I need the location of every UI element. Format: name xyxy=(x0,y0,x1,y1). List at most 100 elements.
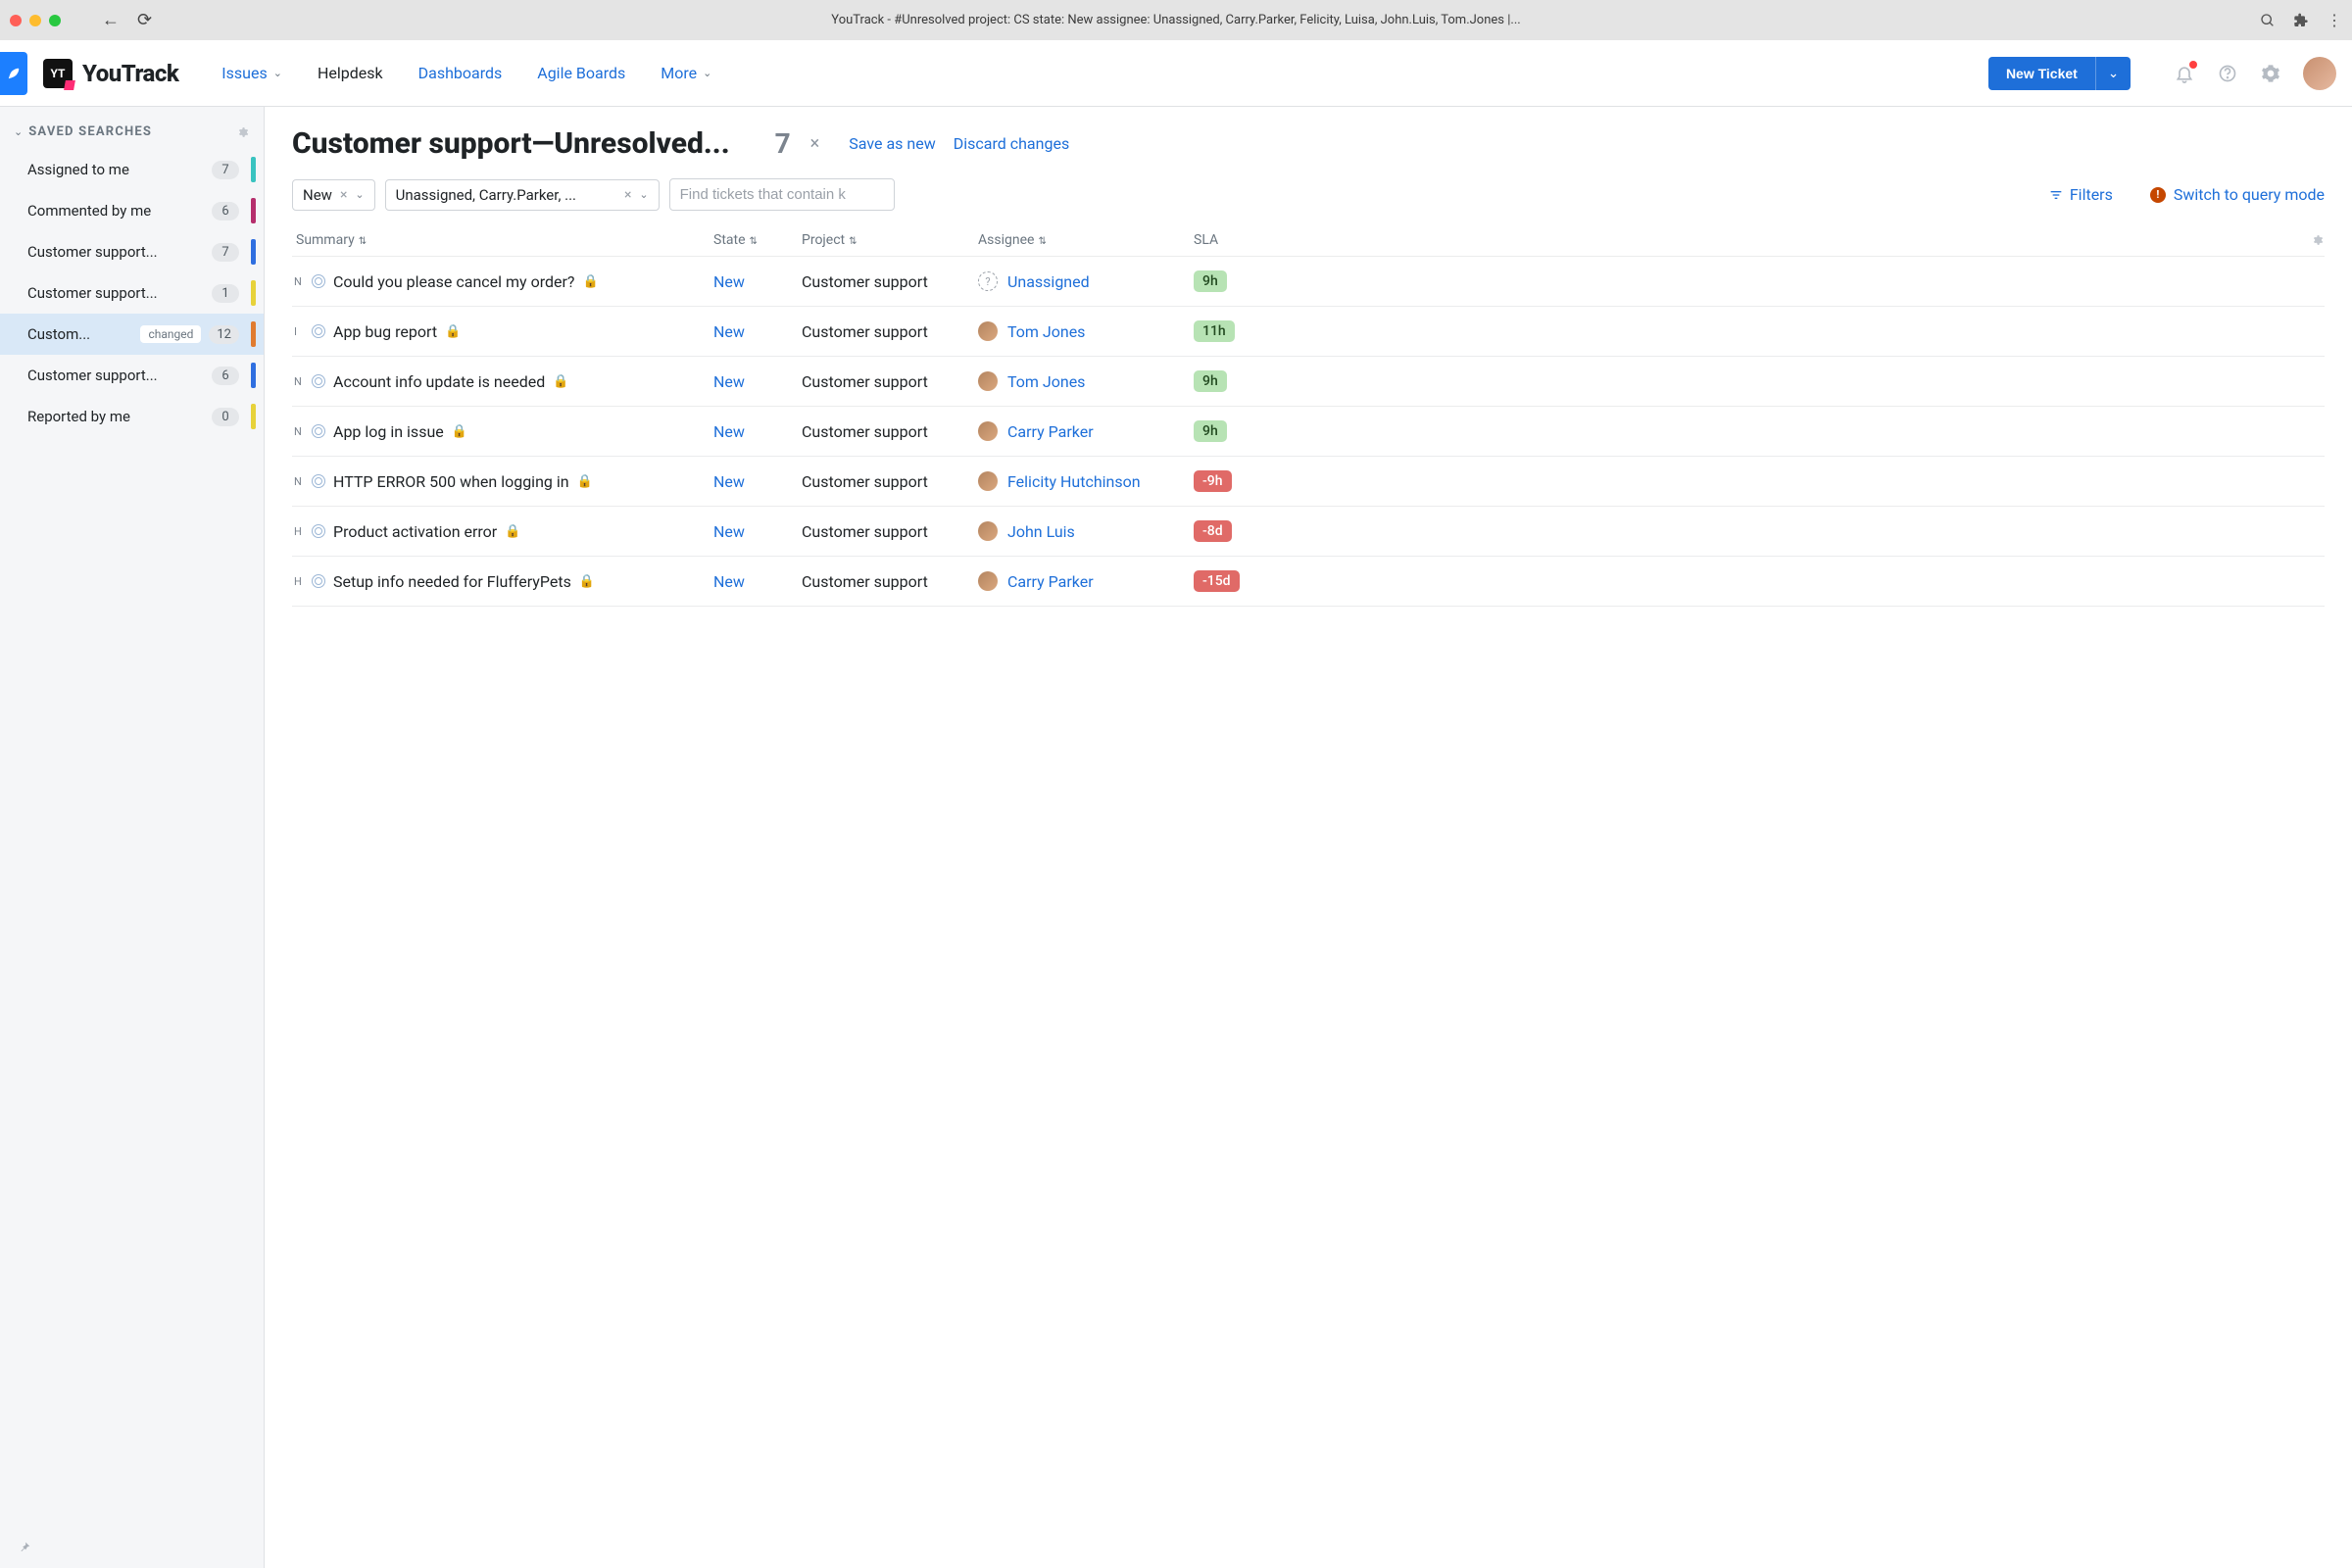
sidebar-item[interactable]: Assigned to me 7 xyxy=(0,149,264,190)
chevron-down-icon[interactable]: ⌄ xyxy=(355,188,364,201)
col-project[interactable]: Project⇅ xyxy=(802,232,978,248)
header-icons xyxy=(2174,57,2336,90)
settings-icon[interactable] xyxy=(2260,63,2281,84)
sort-icon: ⇅ xyxy=(849,236,857,247)
assignee-link[interactable]: Tom Jones xyxy=(1007,322,1085,341)
gear-icon[interactable] xyxy=(2311,233,2325,247)
save-as-new-link[interactable]: Save as new xyxy=(849,134,935,153)
avatar-icon xyxy=(978,371,998,391)
lock-icon: 🔒 xyxy=(582,274,598,289)
table-row[interactable]: N App log in issue 🔒 New Customer suppor… xyxy=(292,407,2325,457)
assignee-link[interactable]: Carry Parker xyxy=(1007,422,1094,441)
sidebar-item[interactable]: Commented by me 6 xyxy=(0,190,264,231)
assignee-link[interactable]: John Luis xyxy=(1007,522,1075,541)
sidebar-item[interactable]: Customer support... 1 xyxy=(0,272,264,314)
new-ticket-button[interactable]: New Ticket xyxy=(1988,57,2095,90)
state-link[interactable]: New xyxy=(713,522,745,541)
help-icon[interactable] xyxy=(2217,63,2238,84)
sidebar-item-label: Assigned to me xyxy=(27,161,204,178)
nav-dashboards[interactable]: Dashboards xyxy=(418,64,503,82)
table-row[interactable]: N Could you please cancel my order? 🔒 Ne… xyxy=(292,257,2325,307)
project-cell: Customer support xyxy=(802,422,978,441)
clear-chip-icon[interactable]: × xyxy=(624,187,631,203)
clear-count-icon[interactable]: × xyxy=(810,133,820,154)
discard-changes-link[interactable]: Discard changes xyxy=(954,134,1069,153)
summary-text: App log in issue xyxy=(333,422,444,441)
lock-icon: 🔒 xyxy=(452,424,467,439)
kebab-menu-icon[interactable]: ⋮ xyxy=(2327,11,2342,29)
back-icon[interactable]: ← xyxy=(102,10,120,30)
state-link[interactable]: New xyxy=(713,422,745,441)
lock-icon: 🔒 xyxy=(579,574,595,589)
browser-actions: ⋮ xyxy=(2260,11,2342,29)
search-icon[interactable] xyxy=(2260,13,2276,28)
chip-label: New xyxy=(303,186,332,204)
table-row[interactable]: I App bug report 🔒 New Customer support … xyxy=(292,307,2325,357)
brand-name: YouTrack xyxy=(82,60,178,87)
assignee-link[interactable]: Carry Parker xyxy=(1007,572,1094,591)
sidebar-item-label: Reported by me xyxy=(27,408,204,425)
assignee-filter-chip[interactable]: Unassigned, Carry.Parker, ... × ⌄ xyxy=(385,179,660,211)
assignee-link[interactable]: Unassigned xyxy=(1007,272,1090,291)
issue-type-badge: N xyxy=(294,425,304,438)
saved-searches-header[interactable]: ⌄ SAVED SEARCHES xyxy=(0,124,264,149)
close-window-icon[interactable] xyxy=(10,15,22,26)
lock-icon: 🔒 xyxy=(445,324,461,339)
reload-icon[interactable]: ⟳ xyxy=(137,10,152,30)
nav-agile-boards[interactable]: Agile Boards xyxy=(537,64,625,82)
state-filter-chip[interactable]: New × ⌄ xyxy=(292,179,375,211)
sidebar-item-count: 7 xyxy=(212,161,239,179)
user-avatar[interactable] xyxy=(2303,57,2336,90)
table-row[interactable]: H Setup info needed for FlufferyPets 🔒 N… xyxy=(292,557,2325,607)
col-sla[interactable]: SLA xyxy=(1194,232,1252,248)
window-controls xyxy=(10,15,61,26)
brand-logo-icon: YT xyxy=(43,59,73,88)
app-header: YT YouTrack Issues⌄ Helpdesk Dashboards … xyxy=(0,40,2352,107)
app-switcher-tab[interactable] xyxy=(0,52,27,95)
chevron-down-icon: ⌄ xyxy=(703,67,711,79)
state-link[interactable]: New xyxy=(713,272,745,291)
search-input[interactable] xyxy=(669,178,895,211)
state-link[interactable]: New xyxy=(713,472,745,491)
maximize-window-icon[interactable] xyxy=(49,15,61,26)
sidebar-item-count: 1 xyxy=(212,284,239,303)
nav-issues[interactable]: Issues⌄ xyxy=(221,64,282,82)
sla-badge: 9h xyxy=(1194,420,1227,442)
avatar-icon xyxy=(978,521,998,541)
browser-chrome: ← ⟳ YouTrack - #Unresolved project: CS s… xyxy=(0,0,2352,40)
nav-helpdesk[interactable]: Helpdesk xyxy=(318,64,383,82)
nav-more[interactable]: More ⌄ xyxy=(661,64,711,82)
filters-button[interactable]: Filters xyxy=(2048,185,2113,204)
sidebar: ⌄ SAVED SEARCHES Assigned to me 7 Commen… xyxy=(0,107,265,1568)
sidebar-item[interactable]: Custom... changed 12 xyxy=(0,314,264,355)
table-row[interactable]: N Account info update is needed 🔒 New Cu… xyxy=(292,357,2325,407)
table-row[interactable]: N HTTP ERROR 500 when logging in 🔒 New C… xyxy=(292,457,2325,507)
assignee-link[interactable]: Tom Jones xyxy=(1007,372,1085,391)
sidebar-item[interactable]: Customer support... 7 xyxy=(0,231,264,272)
state-link[interactable]: New xyxy=(713,572,745,591)
gear-icon[interactable] xyxy=(236,125,250,139)
switch-query-mode-link[interactable]: ! Switch to query mode xyxy=(2150,185,2325,204)
summary-text: Account info update is needed xyxy=(333,372,545,391)
sidebar-item[interactable]: Customer support... 6 xyxy=(0,355,264,396)
page-title: Customer support—Unresolved... xyxy=(292,126,730,161)
table-row[interactable]: H Product activation error 🔒 New Custome… xyxy=(292,507,2325,557)
sidebar-item[interactable]: Reported by me 0 xyxy=(0,396,264,437)
extensions-icon[interactable] xyxy=(2293,13,2309,28)
brand[interactable]: YT YouTrack xyxy=(43,59,178,88)
notifications-icon[interactable] xyxy=(2174,63,2195,84)
minimize-window-icon[interactable] xyxy=(29,15,41,26)
col-assignee[interactable]: Assignee⇅ xyxy=(978,232,1194,248)
assignee-link[interactable]: Felicity Hutchinson xyxy=(1007,472,1141,491)
filter-row: New × ⌄ Unassigned, Carry.Parker, ... × … xyxy=(292,178,2325,211)
sidebar-item-count: 12 xyxy=(209,325,239,344)
clear-chip-icon[interactable]: × xyxy=(340,187,347,203)
chevron-down-icon[interactable]: ⌄ xyxy=(639,188,648,201)
state-link[interactable]: New xyxy=(713,322,745,341)
new-ticket-dropdown[interactable]: ⌄ xyxy=(2095,57,2131,90)
col-state[interactable]: State⇅ xyxy=(713,232,802,248)
col-summary[interactable]: Summary⇅ xyxy=(292,232,713,248)
sla-badge: -8d xyxy=(1194,520,1232,542)
pin-icon[interactable] xyxy=(18,1541,31,1554)
state-link[interactable]: New xyxy=(713,372,745,391)
